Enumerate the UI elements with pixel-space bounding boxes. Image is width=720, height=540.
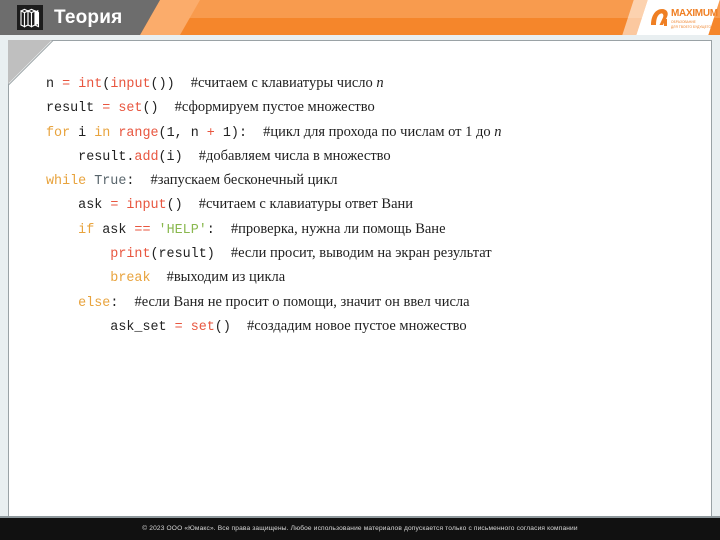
code-comment: #сформируем пустое множество (174, 99, 375, 116)
code-comment: #считаем с клавиатуры число (190, 75, 377, 91)
code-token-kw: break (110, 271, 151, 287)
code-token-fn: add (134, 149, 159, 165)
code-comment: #добавляем числа в множество (198, 147, 391, 164)
code-token-plain: ): (230, 125, 247, 141)
code-token-plain: result. (78, 149, 135, 165)
code-token-fn: input (110, 77, 151, 92)
code-token-plain: ()) (150, 77, 175, 92)
code-token-plain: ask (78, 198, 103, 214)
code-token-kw: for (46, 125, 71, 141)
code-line: if ask == 'HELP': #проверка, нужна ли по… (46, 218, 686, 242)
brand-logo: MAXIMUM ОБРАЗОВАНИЕ ДЛЯ ТВОЕГО БУДУЩЕГО (620, 0, 720, 35)
code-comment: #если просит, выводим на экран результат (230, 245, 492, 262)
page-title: Теория (54, 7, 123, 28)
code-comment: #выходим из цикла (166, 269, 286, 286)
code-comment-emphasis: n (494, 123, 502, 140)
code-token-fn: int (78, 77, 103, 92)
code-token-op: = (174, 319, 183, 335)
code-token-kw: if (78, 222, 95, 238)
code-token-kw: in (94, 125, 111, 141)
code-line: print(result) #если просит, выводим на э… (46, 242, 686, 266)
code-line: ask = input() #считаем с клавиатуры отве… (46, 193, 686, 217)
code-token-plain: () (142, 101, 159, 117)
code-comment: #проверка, нужна ли помощь Ване (230, 220, 446, 237)
logo-mark-icon (648, 7, 670, 29)
code-line: break #выходим из цикла (46, 266, 686, 290)
header-band: Теория (0, 0, 720, 35)
code-line: else: #если Ваня не просит о помощи, зна… (46, 291, 686, 315)
code-token-fn: input (126, 198, 167, 214)
code-token-op: = (62, 77, 71, 92)
books-icon (17, 5, 43, 30)
code-token-plain: () (166, 198, 183, 214)
code-token-builtin: True (94, 174, 127, 190)
code-token-plain: (result) (150, 247, 215, 263)
code-comment: #считаем с клавиатуры ответ Вани (198, 196, 414, 213)
logo-subtitle-line2: ДЛЯ ТВОЕГО БУДУЩЕГО (671, 25, 712, 29)
code-token-plain: ( (158, 125, 167, 141)
code-token-plain: , n (174, 125, 207, 141)
code-token-plain: () (214, 319, 231, 335)
code-token-fn: set (190, 319, 215, 335)
code-line: n = int(input()) #считаем с клавиатуры ч… (46, 72, 686, 96)
code-token-num: 1 (222, 125, 231, 141)
code-token-fn: set (118, 101, 143, 117)
slide: Теория MAXIMUM ОБРАЗОВАНИЕ ДЛЯ ТВОЕГО БУ… (0, 0, 720, 540)
code-line: result = set() #сформируем пустое множес… (46, 96, 686, 120)
code-token-kw: else (78, 295, 111, 311)
code-line: result.add(i) #добавляем числа в множест… (46, 145, 686, 169)
copyright-text: © 2023 ООО «Юмакс». Все права защищены. … (142, 525, 578, 532)
code-line: ask_set = set() #создадим новое пустое м… (46, 315, 686, 339)
code-block: n = int(input()) #считаем с клавиатуры ч… (46, 72, 686, 339)
code-token-op: == (134, 222, 151, 238)
code-token-plain: result (46, 101, 95, 117)
code-token-fn: print (110, 247, 151, 263)
code-token-plain: i (70, 125, 95, 141)
code-token-fn: range (118, 125, 159, 141)
code-token-op: + (206, 125, 215, 141)
logo-subtitle-line1: ОБРАЗОВАНИЕ (671, 20, 696, 24)
code-token-num: 1 (166, 125, 175, 141)
code-line: for i in range(1, n + 1): #цикл для прох… (46, 121, 686, 145)
logo-wordmark: MAXIMUM (671, 8, 718, 19)
code-comment: #запускаем бесконечный цикл (150, 172, 338, 189)
code-comment-emphasis: n (376, 75, 384, 91)
code-token-plain: : (206, 222, 215, 238)
footer-bar: © 2023 ООО «Юмакс». Все права защищены. … (0, 518, 720, 540)
code-comment: #если Ваня не просит о помощи, значит он… (134, 293, 470, 310)
code-line: while True: #запускаем бесконечный цикл (46, 169, 686, 193)
code-token-plain: n (46, 77, 55, 92)
code-comment: #цикл для прохода по числам от 1 до (263, 123, 495, 140)
code-token-plain: ask_set (110, 319, 167, 335)
code-token-plain: ask (94, 222, 135, 238)
code-token-str: 'HELP' (158, 222, 207, 238)
code-comment: #создадим новое пустое множество (246, 317, 467, 334)
code-token-kw: while (46, 174, 87, 190)
code-token-plain: (i) (158, 149, 183, 165)
